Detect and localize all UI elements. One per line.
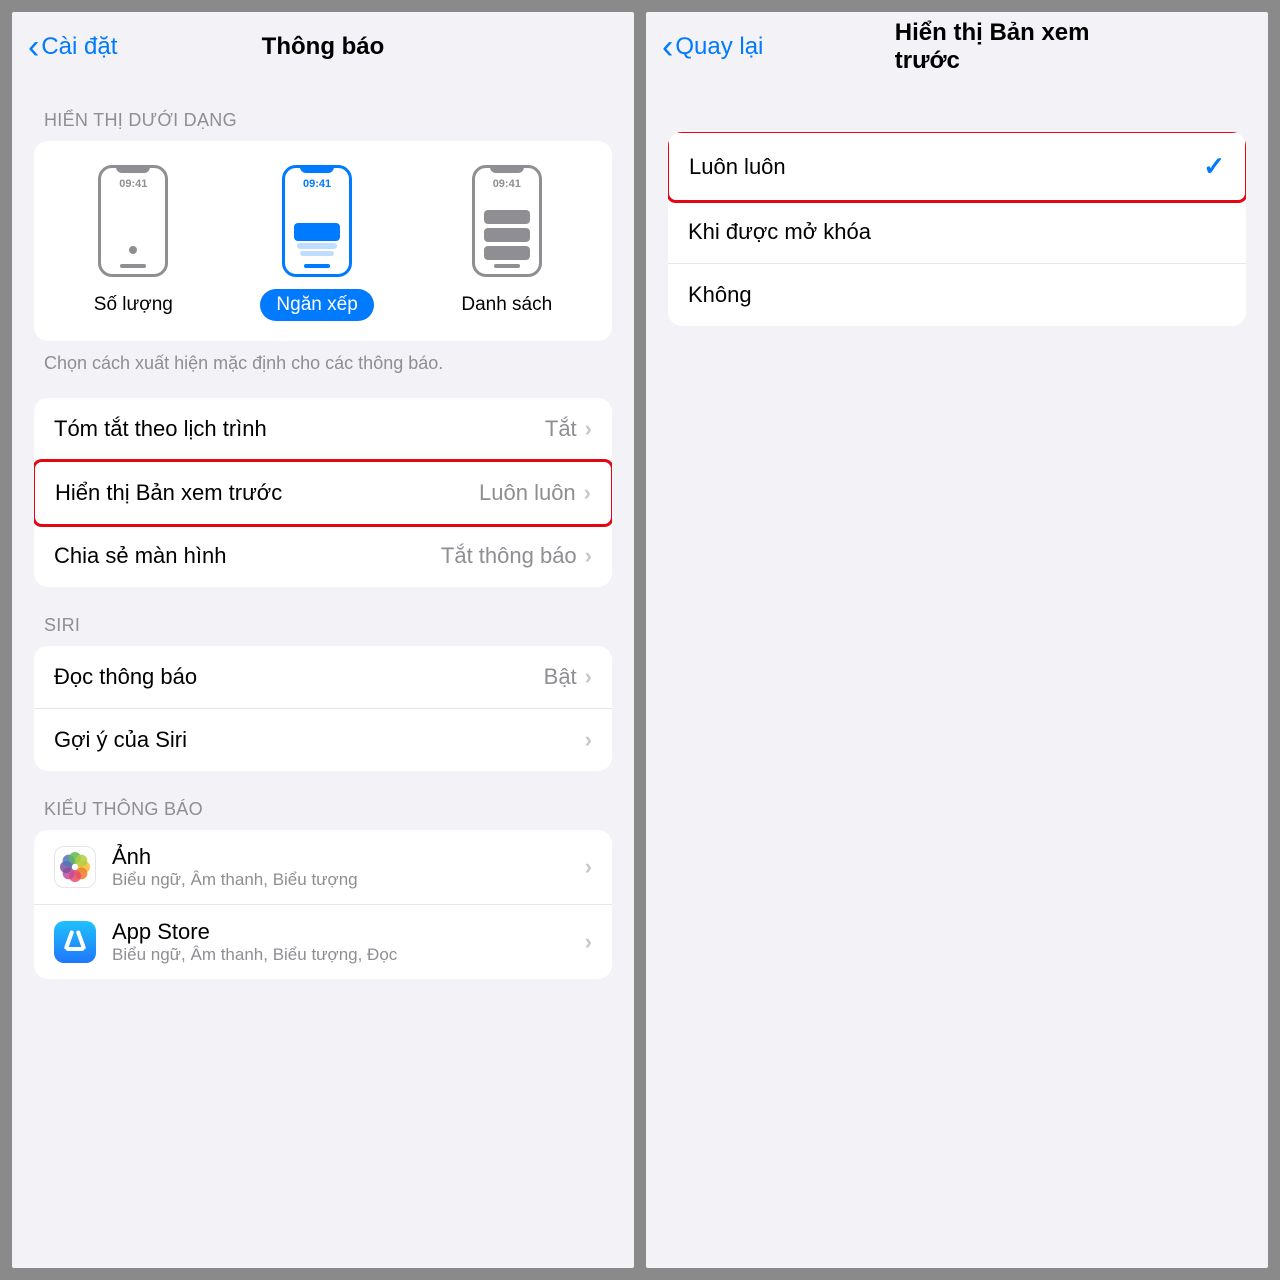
apps-group: Ảnh Biểu ngữ, Âm thanh, Biểu tượng › App… (34, 830, 612, 979)
page-title: Hiển thị Bản xem trước (895, 19, 1144, 75)
option-always[interactable]: Luôn luôn ✓ (668, 132, 1246, 203)
notifications-settings-screen: ‹ Cài đặt Thông báo HIỂN THỊ DƯỚI DẠNG 0… (12, 12, 634, 1268)
item-label: Chia sẻ màn hình (54, 543, 226, 569)
checkmark-icon: ✓ (1203, 151, 1225, 182)
app-subtitle: Biểu ngữ, Âm thanh, Biểu tượng (112, 870, 569, 890)
chevron-left-icon: ‹ (662, 30, 673, 64)
chevron-right-icon: › (585, 727, 592, 753)
option-label: Danh sách (445, 289, 568, 321)
item-label: Gợi ý của Siri (54, 727, 187, 753)
preview-options-group: Luôn luôn ✓ Khi được mở khóa Không (668, 132, 1246, 326)
app-photos-item[interactable]: Ảnh Biểu ngữ, Âm thanh, Biểu tượng › (34, 830, 612, 905)
nav-bar: ‹ Quay lại Hiển thị Bản xem trước (646, 12, 1268, 82)
back-label: Cài đặt (41, 33, 117, 61)
settings-group: Tóm tắt theo lịch trình Tắt › Hiển thị B… (34, 398, 612, 587)
page-title: Thông báo (262, 33, 385, 61)
item-label: Khi được mở khóa (688, 219, 871, 245)
phone-stack-icon: 09:41 (282, 165, 352, 277)
app-subtitle: Biểu ngữ, Âm thanh, Biểu tượng, Đọc (112, 945, 569, 965)
back-button[interactable]: ‹ Quay lại (662, 30, 763, 64)
chevron-right-icon: › (585, 854, 592, 880)
option-label: Ngăn xếp (260, 289, 373, 321)
item-value: Tắt thông báo (441, 543, 577, 569)
chevron-right-icon: › (585, 929, 592, 955)
show-previews-screen: ‹ Quay lại Hiển thị Bản xem trước Luôn l… (646, 12, 1268, 1268)
phone-count-icon: 09:41 (98, 165, 168, 277)
appstore-icon (54, 921, 96, 963)
chevron-left-icon: ‹ (28, 30, 39, 64)
item-label: Tóm tắt theo lịch trình (54, 416, 267, 442)
app-name: App Store (112, 919, 569, 945)
notification-style-header: KIỂU THÔNG BÁO (12, 771, 634, 830)
app-name: Ảnh (112, 844, 569, 870)
display-as-header: HIỂN THỊ DƯỚI DẠNG (12, 82, 634, 141)
display-option-stack[interactable]: 09:41 Ngăn xếp (260, 165, 373, 321)
item-label: Hiển thị Bản xem trước (55, 480, 282, 506)
back-label: Quay lại (675, 33, 763, 61)
display-options-card: 09:41 Số lượng 09:41 Ngăn xế (34, 141, 612, 341)
item-label: Đọc thông báo (54, 664, 197, 690)
item-label: Luôn luôn (689, 154, 786, 180)
chevron-right-icon: › (585, 543, 592, 569)
option-unlocked[interactable]: Khi được mở khóa (668, 201, 1246, 264)
chevron-right-icon: › (584, 480, 591, 506)
option-label: Số lượng (78, 289, 189, 321)
phone-list-icon: 09:41 (472, 165, 542, 277)
item-value: Luôn luôn (479, 480, 576, 506)
siri-group: Đọc thông báo Bật › Gợi ý của Siri › (34, 646, 612, 771)
item-label: Không (688, 282, 752, 308)
show-previews-item[interactable]: Hiển thị Bản xem trước Luôn luôn › (34, 459, 612, 527)
siri-suggestions-item[interactable]: Gợi ý của Siri › (34, 709, 612, 771)
screen-sharing-item[interactable]: Chia sẻ màn hình Tắt thông báo › (34, 525, 612, 587)
siri-header: SIRI (12, 587, 634, 646)
nav-bar: ‹ Cài đặt Thông báo (12, 12, 634, 82)
back-button[interactable]: ‹ Cài đặt (28, 30, 117, 64)
display-footer: Chọn cách xuất hiện mặc định cho các thô… (12, 341, 634, 386)
app-appstore-item[interactable]: App Store Biểu ngữ, Âm thanh, Biểu tượng… (34, 905, 612, 979)
chevron-right-icon: › (585, 664, 592, 690)
scheduled-summary-item[interactable]: Tóm tắt theo lịch trình Tắt › (34, 398, 612, 461)
display-option-count[interactable]: 09:41 Số lượng (78, 165, 189, 321)
announce-notifications-item[interactable]: Đọc thông báo Bật › (34, 646, 612, 709)
item-value: Tắt (545, 416, 577, 442)
display-option-list[interactable]: 09:41 Danh sách (445, 165, 568, 321)
photos-icon (54, 846, 96, 888)
option-never[interactable]: Không (668, 264, 1246, 326)
chevron-right-icon: › (585, 416, 592, 442)
item-value: Bật (544, 664, 577, 690)
